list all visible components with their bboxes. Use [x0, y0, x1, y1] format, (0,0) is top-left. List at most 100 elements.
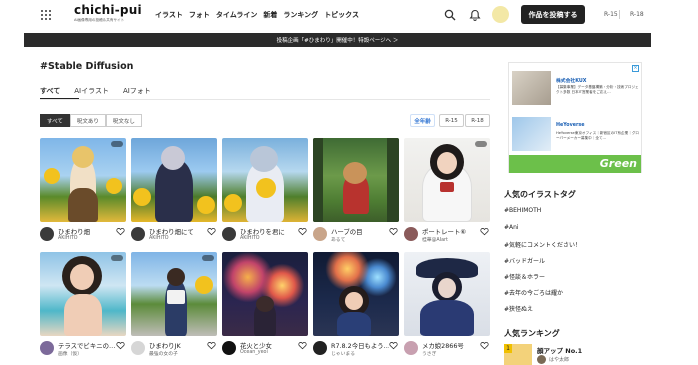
artwork-card[interactable]: ひまわりを君に AKIHITO: [222, 138, 308, 241]
artwork-title[interactable]: ポートレート⑥: [422, 227, 480, 236]
artwork-thumbnail[interactable]: [222, 252, 308, 336]
rating-r18-link[interactable]: R-18: [630, 11, 644, 18]
nav-new[interactable]: 新着: [263, 10, 277, 20]
tag-link[interactable]: #去年の今ごろは耀か: [504, 288, 563, 297]
artwork-author[interactable]: うさぎ: [422, 350, 436, 357]
ad-image-team[interactable]: [512, 117, 551, 151]
artwork-card[interactable]: ポートレート⑥ 桂華@AIart: [404, 138, 490, 243]
tab-ai-photo[interactable]: AIフォト: [123, 86, 151, 96]
sidebar-ad[interactable]: × 株式会社KUX 【募集事業】データ基盤構築・分析・技術プロジェクト多数 日本…: [508, 62, 642, 173]
author-avatar[interactable]: [404, 227, 418, 241]
artwork-title[interactable]: R7.8.2今日もよう…: [331, 341, 389, 350]
search-icon[interactable]: [444, 9, 456, 21]
tag-link[interactable]: #Ani: [504, 224, 519, 231]
nav-topics[interactable]: トピックス: [324, 10, 359, 20]
author-avatar[interactable]: [313, 227, 327, 241]
heart-icon[interactable]: [207, 341, 216, 350]
artwork-thumbnail[interactable]: [404, 138, 490, 222]
tab-ai-illust[interactable]: AIイラスト: [74, 86, 109, 96]
heart-icon[interactable]: [116, 227, 125, 236]
tag-link[interactable]: #バッドガール: [504, 256, 545, 265]
ad-image-office[interactable]: [512, 71, 551, 105]
tag-link[interactable]: #怪談＆ホラー: [504, 272, 545, 281]
nav-ranking[interactable]: ランキング: [283, 10, 318, 20]
heart-icon[interactable]: [389, 227, 398, 236]
heart-icon[interactable]: [298, 341, 307, 350]
sort-all-ages[interactable]: 全年齢: [410, 114, 435, 127]
sort-r15[interactable]: R-15: [439, 114, 464, 127]
artwork-author[interactable]: AKIHITO: [149, 236, 169, 241]
nav-timeline[interactable]: タイムライン: [216, 10, 258, 20]
author-avatar[interactable]: [40, 341, 54, 355]
artwork-author[interactable]: 画像（仮）: [58, 350, 82, 357]
heart-icon[interactable]: [116, 341, 125, 350]
heart-icon[interactable]: [480, 227, 489, 236]
heart-icon[interactable]: [389, 341, 398, 350]
artwork-author[interactable]: AKIHITO: [58, 236, 78, 241]
artwork-title[interactable]: テラスでビキニの…: [58, 341, 116, 350]
tag-link[interactable]: #狭怪ぬえ: [504, 304, 533, 313]
artwork-thumbnail[interactable]: [40, 252, 126, 336]
ranking-title[interactable]: 顔アップ No.1: [537, 345, 582, 355]
user-avatar[interactable]: [492, 6, 509, 23]
menu-grid-icon[interactable]: [41, 10, 51, 20]
artwork-title[interactable]: 花火と少女: [240, 341, 298, 350]
ranking-author[interactable]: はや太郎: [549, 356, 569, 363]
nav-photo[interactable]: フォト: [189, 10, 210, 20]
post-artwork-button[interactable]: 作品を投稿する: [521, 5, 585, 24]
ranking-author-avatar[interactable]: [537, 355, 546, 364]
tab-all[interactable]: すべて: [40, 86, 60, 96]
artwork-title[interactable]: ひまわり畑にて: [149, 227, 207, 236]
artwork-thumbnail[interactable]: [131, 252, 217, 336]
ad-close-icon[interactable]: ×: [632, 65, 639, 72]
artwork-author[interactable]: AKIHITO: [240, 236, 260, 241]
ad-brand[interactable]: HeYoverse: [556, 123, 584, 128]
filter-with-prompt[interactable]: 呪文あり: [69, 114, 106, 127]
filter-all[interactable]: すべて: [40, 114, 70, 127]
campaign-banner[interactable]: 投稿企画「#ひまわり」開催中！特設ページへ ＞: [24, 33, 651, 47]
artwork-title[interactable]: ひまわりJK: [149, 341, 207, 350]
author-avatar[interactable]: [40, 227, 54, 241]
author-avatar[interactable]: [131, 341, 145, 355]
artwork-thumbnail[interactable]: [222, 138, 308, 222]
author-avatar[interactable]: [222, 227, 236, 241]
artwork-title[interactable]: メカ娘2866号: [422, 341, 480, 350]
artwork-thumbnail[interactable]: [404, 252, 490, 336]
artwork-title[interactable]: ハーブの目: [331, 227, 389, 236]
artwork-thumbnail[interactable]: [313, 138, 399, 222]
artwork-thumbnail[interactable]: [131, 138, 217, 222]
artwork-author[interactable]: Ocean_yeoi: [240, 350, 268, 355]
artwork-title[interactable]: ひまわりを君に: [240, 227, 298, 236]
site-logo[interactable]: chichi-pui AI画像専用の投稿＆共有サイト: [74, 4, 142, 23]
nav-illust[interactable]: イラスト: [155, 10, 183, 20]
filter-without-prompt[interactable]: 呪文なし: [105, 114, 142, 127]
heart-icon[interactable]: [298, 227, 307, 236]
ad-company[interactable]: 株式会社KUX: [556, 77, 586, 84]
artwork-thumbnail[interactable]: [40, 138, 126, 222]
artwork-author[interactable]: 最強の女の子: [149, 350, 178, 357]
artwork-author[interactable]: あるて: [331, 236, 345, 243]
author-avatar[interactable]: [131, 227, 145, 241]
artwork-card[interactable]: ひまわり畑にて AKIHITO: [131, 138, 217, 241]
artwork-author[interactable]: じゃいまる: [331, 350, 355, 357]
rating-r15-link[interactable]: R-15: [604, 11, 618, 18]
sort-r18[interactable]: R-18: [465, 114, 490, 127]
author-avatar[interactable]: [404, 341, 418, 355]
heart-icon[interactable]: [207, 227, 216, 236]
tag-link[interactable]: #気軽にコメントください！: [504, 240, 581, 249]
heart-icon[interactable]: [480, 341, 489, 350]
bell-icon[interactable]: [469, 9, 481, 21]
artwork-card[interactable]: テラスでビキニの… 画像（仮）: [40, 252, 126, 357]
artwork-card[interactable]: R7.8.2今日もよう… じゃいまる: [313, 252, 399, 357]
artwork-card[interactable]: ハーブの目 あるて: [313, 138, 399, 243]
ad-green-logo[interactable]: Green: [600, 157, 637, 170]
artwork-card[interactable]: メカ娘2866号 うさぎ: [404, 252, 490, 357]
artwork-title[interactable]: ひまわり畑: [58, 227, 116, 236]
author-avatar[interactable]: [222, 341, 236, 355]
artwork-thumbnail[interactable]: [313, 252, 399, 336]
artwork-card[interactable]: 花火と少女 Ocean_yeoi: [222, 252, 308, 355]
artwork-card[interactable]: ひまわり畑 AKIHITO: [40, 138, 126, 241]
author-avatar[interactable]: [313, 341, 327, 355]
artwork-card[interactable]: ひまわりJK 最強の女の子: [131, 252, 217, 357]
tag-link[interactable]: #BEHIMOTH: [504, 207, 541, 214]
